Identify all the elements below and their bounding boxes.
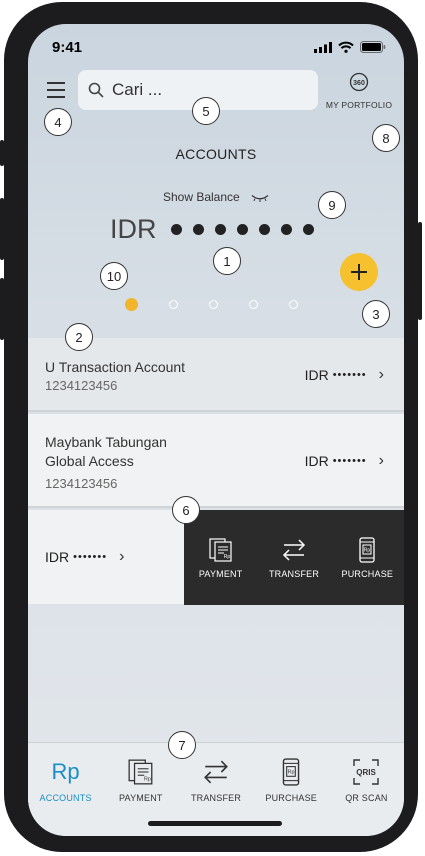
account-number: 1234123456 <box>45 476 118 491</box>
mask-dot <box>170 224 182 235</box>
nav-label: ACCOUNTS <box>39 793 92 803</box>
balance-currency: IDR <box>110 214 157 244</box>
nav-qr-scan[interactable]: QRIS QR SCAN <box>329 743 404 836</box>
page-title: ACCOUNTS <box>175 146 257 162</box>
annotation-badge: 3 <box>362 300 390 328</box>
annotation-badge: 2 <box>65 323 93 351</box>
svg-text:Rp: Rp <box>364 547 371 553</box>
chevron-right-icon: › <box>119 548 125 565</box>
account-currency: IDR <box>304 453 329 469</box>
wifi-icon <box>338 41 354 53</box>
annotation-badge: 1 <box>213 247 241 275</box>
plus-icon <box>351 264 367 280</box>
signal-icon <box>314 41 332 53</box>
search-placeholder: Cari ... <box>112 80 163 99</box>
transfer-icon <box>282 538 306 561</box>
nav-label: QR SCAN <box>345 793 388 803</box>
show-balance-toggle[interactable]: Show Balance <box>28 190 404 204</box>
annotation-badge: 9 <box>318 191 346 219</box>
status-time: 9:41 <box>52 39 83 56</box>
annotation-badge: 10 <box>100 262 128 290</box>
account-card[interactable]: Maybank Tabungan Global Access 123412345… <box>28 414 404 508</box>
status-icons <box>314 41 386 53</box>
payment-icon: Rp <box>128 759 153 785</box>
account-balance: IDR ••••••• › <box>305 366 384 384</box>
swipe-actions-panel: Rp PAYMENT TRANSFER Rp PURCHASE <box>184 510 404 605</box>
annotation-badge: 6 <box>172 496 200 524</box>
swipe-transfer-button[interactable]: TRANSFER <box>257 510 330 605</box>
show-balance-label: Show Balance <box>162 190 240 204</box>
account-balance: IDR ••••••• › <box>45 548 124 566</box>
swipe-action-label: PAYMENT <box>198 568 243 579</box>
payment-icon: Rp <box>209 537 232 562</box>
mask-dot <box>280 224 292 235</box>
account-number: 1234123456 <box>45 378 118 393</box>
app-screen: 9:41 Cari ... 360 MY PORTFOLIO ACCOUNTS … <box>28 24 404 836</box>
portfolio-360-icon: 360 <box>349 72 369 92</box>
balance-masked <box>170 224 314 235</box>
account-currency: IDR <box>45 549 70 565</box>
transfer-icon <box>204 760 228 784</box>
hamburger-menu-icon[interactable] <box>47 82 65 98</box>
mask-dot <box>192 224 204 235</box>
rp-icon: Rp <box>51 759 80 784</box>
pager-dot-active[interactable] <box>125 298 138 311</box>
annotation-badge: 8 <box>372 124 400 152</box>
nav-accounts[interactable]: Rp ACCOUNTS <box>28 743 103 836</box>
svg-text:360: 360 <box>353 80 365 87</box>
annotation-badge: 4 <box>44 108 72 136</box>
annotation-badge: 5 <box>192 97 220 125</box>
account-balance-masked: ••••••• <box>332 455 367 467</box>
eye-closed-icon <box>251 194 269 202</box>
purchase-icon: Rp <box>359 536 375 563</box>
phone-frame: 9:41 Cari ... 360 MY PORTFOLIO ACCOUNTS … <box>4 2 418 852</box>
battery-icon <box>360 41 386 53</box>
account-name: Maybank Tabungan Global Access <box>45 434 167 469</box>
pager-dot[interactable] <box>289 300 298 309</box>
pager-dot[interactable] <box>249 300 258 309</box>
chevron-right-icon: › <box>378 366 384 383</box>
swipe-purchase-button[interactable]: Rp PURCHASE <box>331 510 404 605</box>
account-balance-masked: ••••••• <box>332 369 367 381</box>
mask-dot <box>302 224 314 235</box>
swipe-action-label: TRANSFER <box>268 568 320 579</box>
account-balance: IDR ••••••• › <box>305 452 384 470</box>
nav-label: PURCHASE <box>265 793 318 803</box>
annotation-badge: 7 <box>168 731 196 759</box>
my-portfolio-button[interactable]: 360 MY PORTFOLIO <box>324 72 394 110</box>
svg-text:Rp: Rp <box>144 777 151 783</box>
nav-label: PAYMENT <box>119 793 163 803</box>
pager-dot[interactable] <box>169 300 178 309</box>
account-currency: IDR <box>304 367 329 383</box>
svg-text:Rp: Rp <box>288 770 295 776</box>
swipe-payment-button[interactable]: Rp PAYMENT <box>184 510 257 605</box>
total-balance: IDR <box>110 214 314 245</box>
svg-text:Rp: Rp <box>223 554 230 560</box>
swipe-action-label: PURCHASE <box>341 568 394 579</box>
pager-dot[interactable] <box>209 300 218 309</box>
home-indicator[interactable] <box>148 821 282 826</box>
purchase-icon: Rp <box>282 758 300 786</box>
portfolio-label: MY PORTFOLIO <box>325 100 393 110</box>
account-balance-masked: ••••••• <box>73 551 108 563</box>
qr-scan-icon: QRIS <box>353 759 380 785</box>
mask-dot <box>214 224 226 235</box>
add-account-button[interactable] <box>340 253 378 291</box>
svg-text:QRIS: QRIS <box>357 768 377 777</box>
carousel-pager[interactable] <box>125 298 298 311</box>
chevron-right-icon: › <box>378 452 384 469</box>
search-icon <box>88 82 104 98</box>
nav-label: TRANSFER <box>190 793 242 803</box>
mask-dot <box>258 224 270 235</box>
account-name: U Transaction Account <box>45 359 186 375</box>
mask-dot <box>236 224 248 235</box>
